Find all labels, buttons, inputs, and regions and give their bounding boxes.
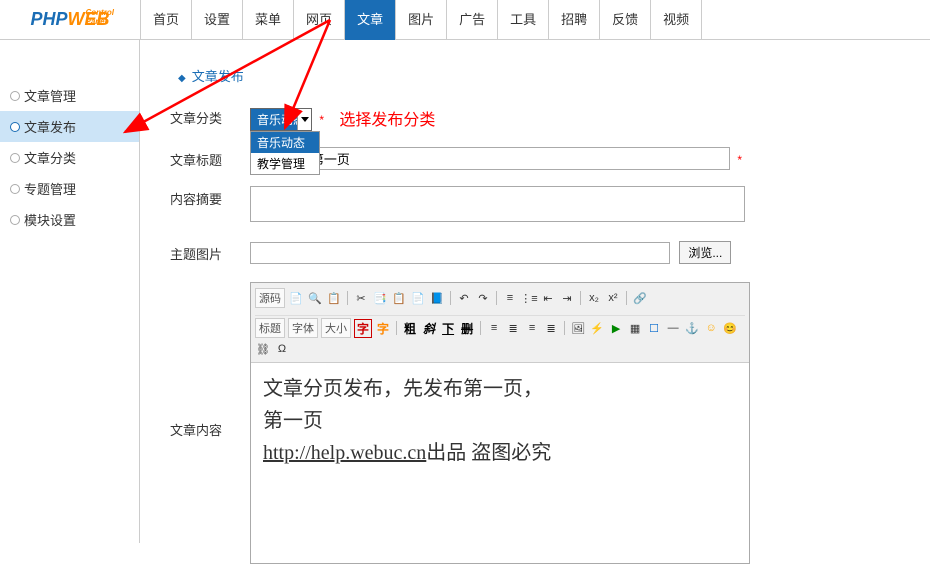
dropdown-option[interactable]: 音乐动态 (251, 132, 319, 153)
content-area: 文章发布 文章分类 音乐动态 音乐动态教学管理 * 选择发布分类 文章标题 * … (140, 40, 930, 543)
browse-button[interactable]: 浏览... (679, 241, 731, 264)
sidebar-item[interactable]: 专题管理 (0, 173, 139, 204)
media-icon[interactable]: ▶ (608, 320, 624, 336)
sidebar: 文章管理文章发布文章分类专题管理模块设置 (0, 40, 140, 543)
link-icon[interactable]: 🔗 (632, 290, 648, 306)
template-icon[interactable]: 📋 (326, 290, 342, 306)
image-icon[interactable]: 🖼 (570, 320, 586, 336)
underline-icon[interactable]: 下 (440, 320, 456, 337)
row-summary: 内容摘要 (170, 186, 900, 225)
ordered-list-icon[interactable]: ≡ (502, 290, 518, 306)
top-nav-item[interactable]: 招聘 (549, 0, 600, 40)
size-button[interactable]: 大小 (321, 318, 351, 338)
flash-icon[interactable]: ⚡ (589, 320, 605, 336)
align-center-icon[interactable]: ≣ (505, 320, 521, 336)
label-title: 文章标题 (170, 147, 250, 169)
chain-icon[interactable]: ⛓ (255, 341, 271, 357)
editor-toolbar: 源码 📄 🔍 📋 ✂ 📑 📋 📄 📘 ↶ ↷ (251, 283, 749, 363)
paste-word-icon[interactable]: 📘 (429, 290, 445, 306)
main: 文章管理文章发布文章分类专题管理模块设置 文章发布 文章分类 音乐动态 音乐动态… (0, 40, 930, 543)
align-justify-icon[interactable]: ≣ (543, 320, 559, 336)
anchor-icon[interactable]: ⚓ (684, 320, 700, 336)
hr-icon[interactable]: — (665, 320, 681, 336)
required-marker: * (737, 153, 742, 167)
emoji-icon[interactable]: ☺ (703, 320, 719, 336)
italic-icon[interactable]: 斜 (421, 320, 437, 337)
bold-icon[interactable]: 粗 (402, 320, 418, 337)
cut-icon[interactable]: ✂ (353, 290, 369, 306)
editor-body[interactable]: 文章分页发布，先发布第一页， 第一页 http://help.webuc.cn出… (251, 363, 749, 563)
top-nav-item[interactable]: 菜单 (243, 0, 294, 40)
editor-line: 文章分页发布，先发布第一页， (263, 373, 737, 405)
editor-line: http://help.webuc.cn出品 盗图必究 (263, 437, 737, 469)
top-nav-item[interactable]: 文章 (345, 0, 396, 40)
sidebar-item[interactable]: 模块设置 (0, 204, 139, 235)
top-nav-item[interactable]: 设置 (192, 0, 243, 40)
outdent-icon[interactable]: ⇤ (540, 290, 556, 306)
label-summary: 内容摘要 (170, 186, 250, 208)
label-content: 文章内容 (170, 280, 250, 439)
dropdown-option[interactable]: 教学管理 (251, 153, 319, 174)
copy-icon[interactable]: 📑 (372, 290, 388, 306)
category-dropdown: 音乐动态教学管理 (250, 131, 320, 175)
undo-icon[interactable]: ↶ (456, 290, 472, 306)
top-nav-item[interactable]: 首页 (141, 0, 192, 40)
indent-icon[interactable]: ⇥ (559, 290, 575, 306)
source-button[interactable]: 源码 (255, 288, 285, 308)
label-image: 主题图片 (170, 241, 250, 263)
row-image: 主题图片 浏览... (170, 241, 900, 264)
top-nav-item[interactable]: 图片 (396, 0, 447, 40)
char-icon[interactable]: Ω (274, 341, 290, 357)
font-button[interactable]: 字体 (288, 318, 318, 338)
top-nav-item[interactable]: 反馈 (600, 0, 651, 40)
select-icon[interactable]: ☐ (646, 320, 662, 336)
header: PHPWEB Control Panel 首页设置菜单网页文章图片广告工具招聘反… (0, 0, 930, 40)
chevron-down-icon[interactable] (297, 109, 311, 130)
align-right-icon[interactable]: ≡ (524, 320, 540, 336)
strike-icon[interactable]: 删 (459, 320, 475, 337)
heading-button[interactable]: 标题 (255, 318, 285, 338)
sidebar-item[interactable]: 文章发布 (0, 111, 139, 142)
sidebar-item[interactable]: 文章分类 (0, 142, 139, 173)
redo-icon[interactable]: ↷ (475, 290, 491, 306)
logo: PHPWEB Control Panel (0, 0, 140, 39)
editor-link[interactable]: http://help.webuc.cn (263, 442, 426, 464)
text-color-icon[interactable]: 字 (354, 319, 372, 338)
summary-input[interactable] (250, 186, 745, 222)
label-category: 文章分类 (170, 105, 250, 127)
row-category: 文章分类 音乐动态 音乐动态教学管理 * 选择发布分类 (170, 105, 900, 131)
image-path-input[interactable] (250, 242, 670, 264)
preview-icon[interactable]: 🔍 (307, 290, 323, 306)
table-icon[interactable]: ▦ (627, 320, 643, 336)
sidebar-item[interactable]: 文章管理 (0, 80, 139, 111)
rich-editor: 源码 📄 🔍 📋 ✂ 📑 📋 📄 📘 ↶ ↷ (250, 282, 750, 564)
paste-text-icon[interactable]: 📄 (410, 290, 426, 306)
row-content: 文章内容 源码 📄 🔍 📋 ✂ 📑 📋 📄 (170, 280, 900, 564)
sup-icon[interactable]: x² (605, 290, 621, 306)
smiley-icon[interactable]: 😊 (722, 320, 738, 336)
title-input[interactable] (250, 147, 730, 170)
logo-php: PHP (30, 9, 67, 29)
top-nav-item[interactable]: 视频 (651, 0, 702, 40)
paste-icon[interactable]: 📋 (391, 290, 407, 306)
new-icon[interactable]: 📄 (288, 290, 304, 306)
unordered-list-icon[interactable]: ⋮≡ (521, 290, 537, 306)
top-nav-item[interactable]: 广告 (447, 0, 498, 40)
top-nav-item[interactable]: 网页 (294, 0, 345, 40)
editor-line: 第一页 (263, 405, 737, 437)
top-nav-item[interactable]: 工具 (498, 0, 549, 40)
category-select[interactable]: 音乐动态 音乐动态教学管理 (250, 108, 312, 131)
top-nav: 首页设置菜单网页文章图片广告工具招聘反馈视频 (140, 0, 702, 39)
annotation-text: 选择发布分类 (339, 112, 435, 129)
breadcrumb: 文章发布 (170, 60, 900, 105)
sub-icon[interactable]: x₂ (586, 290, 602, 306)
bg-color-icon[interactable]: 字 (375, 320, 391, 337)
logo-subtitle: Control Panel (85, 8, 113, 26)
editor-text: 出品 盗图必究 (426, 442, 551, 464)
required-marker: * (319, 113, 324, 127)
align-left-icon[interactable]: ≡ (486, 320, 502, 336)
